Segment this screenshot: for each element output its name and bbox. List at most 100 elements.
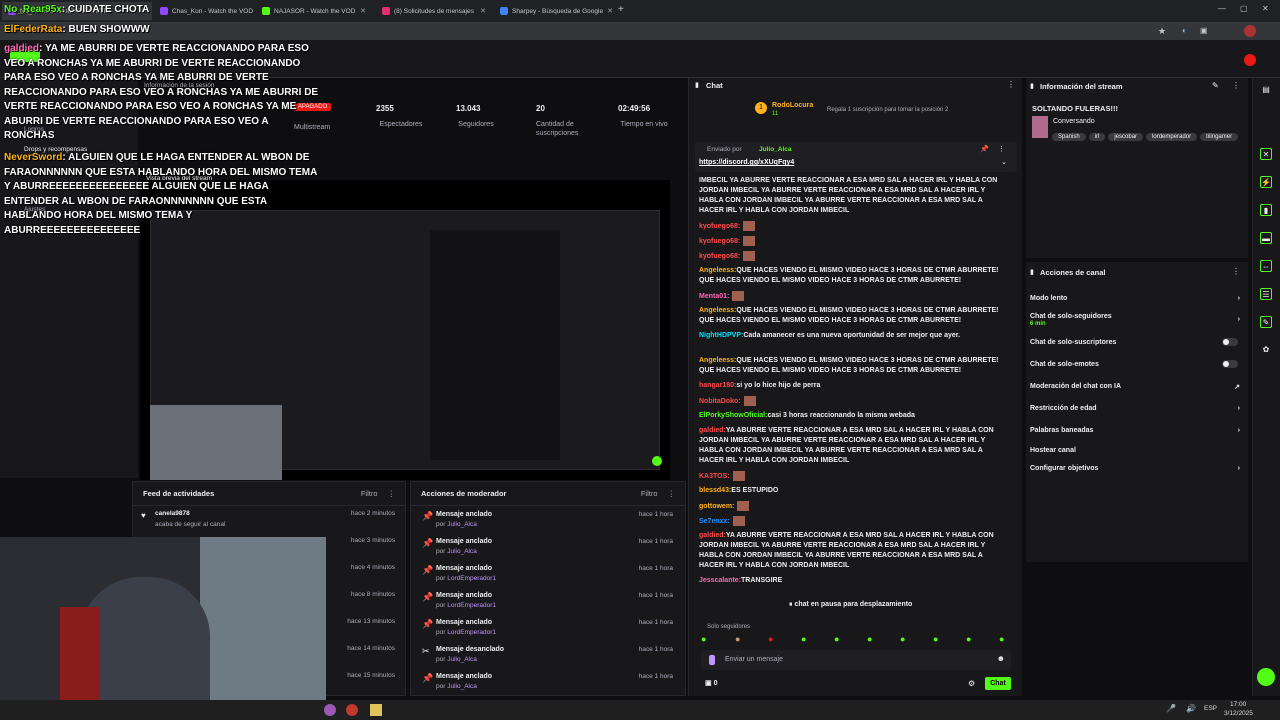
chat-username[interactable]: blessd43: <box>699 487 731 494</box>
action-ai-moderation[interactable]: Moderación del chat con IA ↗ <box>1030 383 1244 391</box>
taskbar-time[interactable]: 17:00 <box>1230 701 1246 708</box>
emote-icon[interactable]: ● <box>900 634 905 644</box>
mod-action-row[interactable]: ✂ Mensaje desanclado por Julio_Alca hace 1 … <box>411 644 681 671</box>
more-icon[interactable]: ⋮ <box>1232 81 1240 90</box>
chat-username[interactable]: kyofuego68: <box>699 253 740 260</box>
action-emote-only[interactable]: Chat de solo-emotes <box>1030 360 1244 368</box>
pinned-message[interactable]: Enviado por Julio_Alca https://discord.g… <box>695 142 1017 172</box>
chat-send-button[interactable]: Chat <box>985 677 1011 690</box>
browser-tab[interactable]: Sharpey - Búsqueda de Google ✕ <box>494 2 614 20</box>
toggle-switch[interactable] <box>1222 338 1238 346</box>
chat-username[interactable]: hangar180: <box>699 382 736 389</box>
chat-username[interactable]: kyofuego68: <box>699 238 740 245</box>
rail-item-icon[interactable]: ⇔ <box>1260 260 1272 272</box>
browser-tab[interactable]: (8) Solicitudes de mensajes ✕ <box>376 2 492 20</box>
chat-message[interactable]: Angeleess:QUE HACES VIENDO EL MISMO VIDE… <box>699 266 999 286</box>
app-icon[interactable] <box>370 704 382 716</box>
more-icon[interactable]: ⋮ <box>668 489 676 498</box>
action-host-channel[interactable]: Hostear canal <box>1030 447 1244 454</box>
more-icon[interactable]: ⋮ <box>388 489 396 498</box>
mic-icon[interactable]: 🎤 <box>1166 704 1176 713</box>
rail-item-icon[interactable]: ▮ <box>1260 204 1272 216</box>
extension-icon[interactable]: ▣ <box>1200 26 1208 35</box>
rail-item-icon[interactable]: ▬ <box>1260 232 1272 244</box>
star-icon[interactable]: ★ <box>1158 26 1166 37</box>
app-icon[interactable] <box>324 704 336 716</box>
emote-icon[interactable]: ● <box>933 634 938 644</box>
rail-item-icon[interactable]: ✕ <box>1260 148 1272 160</box>
chat-username[interactable]: ElPorkyShowOficial: <box>699 412 767 419</box>
close-icon[interactable]: ✕ <box>480 7 486 15</box>
emote-icon[interactable]: ● <box>701 634 706 644</box>
minimize-icon[interactable]: — <box>1218 4 1226 13</box>
chevron-down-icon[interactable]: ⌄ <box>1001 158 1007 166</box>
chat-message[interactable]: hangar180:si yo lo hice hijo de perra <box>699 381 999 391</box>
emote-icon[interactable]: ● <box>735 634 740 644</box>
notification-icon[interactable] <box>1244 54 1256 66</box>
window-close-icon[interactable]: ✕ <box>1262 4 1269 13</box>
chat-username[interactable]: gottowem: <box>699 503 734 510</box>
emote-icon[interactable]: ● <box>867 634 872 644</box>
maximize-icon[interactable]: ▢ <box>1240 4 1248 13</box>
chat-username[interactable]: Angeleess: <box>699 357 736 364</box>
extension-icon[interactable]: ◐ <box>1182 26 1187 35</box>
profile-avatar[interactable] <box>1244 25 1256 37</box>
chat-message[interactable]: Angeleess:QUE HACES VIENDO EL MISMO VIDE… <box>699 356 999 376</box>
chat-username[interactable]: galdied: <box>699 427 726 434</box>
chat-username[interactable]: Jesscalante: <box>699 577 741 584</box>
action-slow-mode[interactable]: Modo lento › <box>1030 295 1244 302</box>
chat-username[interactable]: kyofuego68: <box>699 223 740 230</box>
pinned-link[interactable]: https://discord.gg/xXUqFqy4 <box>699 159 794 166</box>
mod-action-row[interactable]: 📌 Mensaje anclado por Julio_Alca hace 1 hor… <box>411 536 681 563</box>
action-banned-words[interactable]: Palabras baneadas › <box>1030 427 1244 434</box>
chat-message[interactable]: kyofuego68: <box>699 251 999 262</box>
points-display[interactable]: ▣ 0 <box>705 679 717 687</box>
taskbar-lang[interactable]: ESP <box>1204 705 1217 712</box>
chat-username[interactable]: Angeleess: <box>699 307 736 314</box>
app-icon[interactable] <box>346 704 358 716</box>
chat-message[interactable]: Jesscalante:TRANSGIRE <box>699 576 999 586</box>
action-goals[interactable]: Configurar objetivos › <box>1030 465 1244 472</box>
chat-message[interactable]: Se7enxx: <box>699 516 999 527</box>
chat-username[interactable]: Angeleess: <box>699 267 736 274</box>
chat-message[interactable]: kyofuego68: <box>699 236 999 247</box>
stream-tag[interactable]: tilingamer <box>1200 133 1239 141</box>
volume-icon[interactable]: 🔊 <box>1186 704 1196 713</box>
chat-message[interactable]: NightHDPVP:Cada amanecer es una nueva op… <box>699 331 999 341</box>
emote-icon[interactable]: ● <box>801 634 806 644</box>
chat-message[interactable]: KA3TOS: <box>699 471 999 482</box>
chat-message[interactable]: Menta01: <box>699 291 999 302</box>
rail-item-icon[interactable]: ✎ <box>1260 316 1272 328</box>
rail-item-icon[interactable]: ▤ <box>1260 84 1272 96</box>
close-icon[interactable]: ✕ <box>607 7 613 15</box>
taskbar-date[interactable]: 3/12/2025 <box>1224 710 1253 717</box>
chat-username[interactable]: galdied: <box>699 532 726 539</box>
mod-action-row[interactable]: 📌 Mensaje anclado por LordEmperador1 hace 1… <box>411 563 681 590</box>
close-icon[interactable]: ✕ <box>360 7 366 15</box>
chat-message[interactable]: kyofuego68: <box>699 221 999 232</box>
chat-message[interactable]: blessd43:ES ESTUPIDO <box>699 486 999 496</box>
settings-icon[interactable]: ⚙ <box>968 679 975 688</box>
chat-message[interactable]: ElPorkyShowOficial:casi 3 horas reaccion… <box>699 411 999 421</box>
stream-tag[interactable]: irl <box>1088 133 1106 141</box>
emote-icon[interactable]: ● <box>768 634 773 644</box>
chat-input[interactable]: Enviar un mensaje ☻ <box>701 650 1011 670</box>
mod-action-row[interactable]: 📌 Mensaje anclado por Julio_Alca hace 1 hor… <box>411 509 681 536</box>
emote-icon[interactable]: ● <box>966 634 971 644</box>
rail-item-icon[interactable]: ⚡ <box>1260 176 1272 188</box>
filter-button[interactable]: Filtro <box>361 489 378 498</box>
pin-icon[interactable]: 📌 <box>980 145 989 153</box>
leaderboard[interactable]: 1 RodoLocura 11 Regala 1 suscripción par… <box>755 102 965 122</box>
emoji-icon[interactable]: ☻ <box>997 654 1005 663</box>
chat-username[interactable]: KA3TOS: <box>699 473 730 480</box>
support-chat-icon[interactable] <box>1257 668 1275 686</box>
chat-username[interactable]: NightHDPVP: <box>699 332 743 339</box>
edit-icon[interactable]: ✎ <box>1212 81 1219 90</box>
more-icon[interactable]: ⋮ <box>1232 267 1240 276</box>
emote-icon[interactable]: ● <box>999 634 1004 644</box>
toggle-switch[interactable] <box>1222 360 1238 368</box>
action-age-restriction[interactable]: Restricción de edad › <box>1030 405 1244 412</box>
new-tab-icon[interactable]: + <box>618 4 624 15</box>
chat-username[interactable]: Se7enxx: <box>699 518 730 525</box>
action-subs-only[interactable]: Chat de solo-suscriptores <box>1030 338 1244 346</box>
